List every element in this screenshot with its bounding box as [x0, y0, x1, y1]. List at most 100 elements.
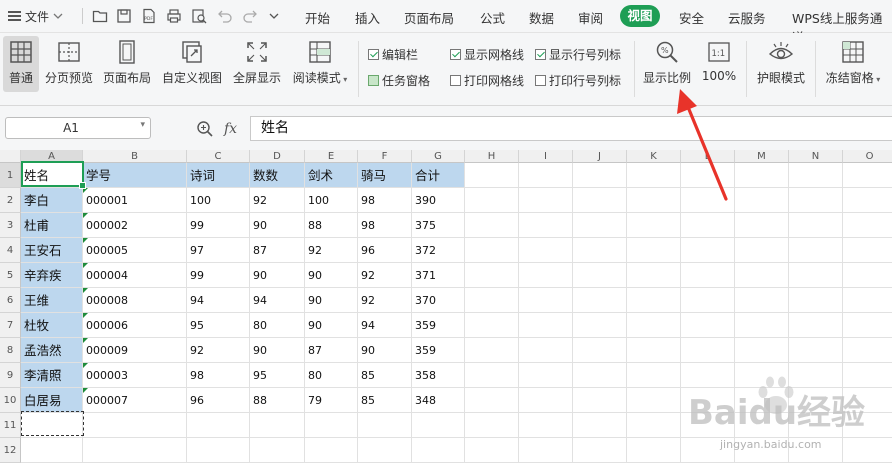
header-cell[interactable]: 骑马 — [358, 163, 412, 188]
empty-cell[interactable] — [465, 263, 519, 288]
empty-cell[interactable] — [843, 288, 892, 313]
empty-cell[interactable] — [573, 313, 627, 338]
empty-cell[interactable] — [519, 313, 573, 338]
data-cell[interactable]: 95 — [187, 313, 250, 338]
data-cell[interactable]: 98 — [358, 188, 412, 213]
empty-cell[interactable] — [681, 263, 735, 288]
empty-cell[interactable] — [465, 188, 519, 213]
empty-cell[interactable] — [305, 438, 358, 463]
empty-cell[interactable] — [789, 263, 843, 288]
row-header[interactable]: 4 — [0, 238, 21, 263]
empty-cell[interactable] — [735, 188, 789, 213]
column-header[interactable]: O — [843, 150, 892, 163]
tab-cloud[interactable]: 云服务 — [728, 8, 766, 27]
normal-view-button[interactable]: 普通 — [3, 36, 39, 92]
data-cell[interactable]: 390 — [412, 188, 465, 213]
eye-protection-button[interactable]: 护眼模式 — [754, 39, 808, 86]
data-cell[interactable]: 95 — [250, 363, 305, 388]
empty-cell[interactable] — [519, 438, 573, 463]
data-cell[interactable]: 98 — [187, 363, 250, 388]
empty-cell[interactable] — [465, 413, 519, 438]
empty-cell[interactable] — [465, 238, 519, 263]
empty-cell[interactable] — [843, 188, 892, 213]
tab-insert[interactable]: 插入 — [355, 8, 380, 27]
data-cell[interactable]: 80 — [250, 313, 305, 338]
data-cell[interactable]: 359 — [412, 313, 465, 338]
data-cell[interactable]: 100 — [187, 188, 250, 213]
empty-cell[interactable] — [519, 188, 573, 213]
show-headings-checkbox[interactable]: 显示行号列标 — [535, 46, 621, 63]
data-cell[interactable]: 90 — [250, 263, 305, 288]
empty-cell[interactable] — [627, 163, 681, 188]
data-cell[interactable]: 90 — [305, 313, 358, 338]
empty-cell[interactable] — [519, 213, 573, 238]
row-header[interactable]: 9 — [0, 363, 21, 388]
empty-cell[interactable] — [187, 438, 250, 463]
data-cell[interactable]: 372 — [412, 238, 465, 263]
data-cell[interactable]: 85 — [358, 388, 412, 413]
data-cell[interactable]: 孟浩然 — [21, 338, 83, 363]
empty-cell[interactable] — [187, 413, 250, 438]
empty-cell[interactable] — [789, 213, 843, 238]
empty-cell[interactable] — [843, 338, 892, 363]
data-cell[interactable]: 85 — [358, 363, 412, 388]
empty-cell[interactable] — [627, 438, 681, 463]
header-cell[interactable]: 合计 — [412, 163, 465, 188]
data-cell[interactable]: 80 — [305, 363, 358, 388]
print-preview-icon[interactable] — [191, 8, 207, 24]
data-cell[interactable]: 辛弃疾 — [21, 263, 83, 288]
dropdown-icon[interactable] — [268, 8, 280, 24]
empty-cell[interactable] — [358, 438, 412, 463]
custom-view-button[interactable]: 自定义视图 — [160, 39, 224, 86]
empty-cell[interactable] — [465, 438, 519, 463]
data-cell[interactable]: 348 — [412, 388, 465, 413]
empty-cell[interactable] — [789, 163, 843, 188]
print-gridlines-checkbox[interactable]: 打印网格线 — [450, 72, 524, 89]
empty-cell[interactable] — [465, 338, 519, 363]
page-layout-view-button[interactable]: 页面布局 — [101, 39, 153, 86]
empty-cell[interactable] — [465, 288, 519, 313]
data-cell[interactable]: 90 — [305, 263, 358, 288]
empty-cell[interactable] — [735, 338, 789, 363]
column-header[interactable]: L — [681, 150, 735, 163]
empty-cell[interactable] — [519, 263, 573, 288]
data-cell[interactable]: 79 — [305, 388, 358, 413]
empty-cell[interactable] — [573, 213, 627, 238]
data-cell[interactable]: 87 — [305, 338, 358, 363]
column-header[interactable]: B — [83, 150, 187, 163]
data-cell[interactable]: 88 — [305, 213, 358, 238]
empty-cell[interactable] — [789, 238, 843, 263]
empty-cell[interactable] — [735, 313, 789, 338]
undo-icon[interactable] — [217, 8, 233, 24]
data-cell[interactable]: 98 — [358, 213, 412, 238]
empty-cell[interactable] — [465, 313, 519, 338]
empty-cell[interactable] — [573, 238, 627, 263]
empty-cell[interactable] — [789, 313, 843, 338]
data-cell[interactable]: 90 — [250, 213, 305, 238]
empty-cell[interactable] — [83, 413, 187, 438]
data-cell[interactable]: 000003 — [83, 363, 187, 388]
empty-cell[interactable] — [412, 413, 465, 438]
data-cell[interactable]: 000009 — [83, 338, 187, 363]
empty-cell[interactable] — [519, 388, 573, 413]
data-cell[interactable]: 87 — [250, 238, 305, 263]
pdf-icon[interactable]: PDF — [141, 8, 157, 24]
empty-cell[interactable] — [250, 438, 305, 463]
data-cell[interactable]: 94 — [358, 313, 412, 338]
data-cell[interactable]: 000004 — [83, 263, 187, 288]
column-header[interactable]: J — [573, 150, 627, 163]
empty-cell[interactable] — [627, 263, 681, 288]
empty-cell[interactable] — [519, 288, 573, 313]
folder-icon[interactable] — [92, 8, 108, 24]
empty-cell[interactable] — [627, 188, 681, 213]
empty-cell[interactable] — [681, 338, 735, 363]
header-cell[interactable]: 剑术 — [305, 163, 358, 188]
data-cell[interactable]: 94 — [187, 288, 250, 313]
tab-data[interactable]: 数据 — [529, 8, 554, 27]
empty-cell[interactable] — [465, 388, 519, 413]
tab-formulas[interactable]: 公式 — [480, 8, 505, 27]
data-cell[interactable]: 000006 — [83, 313, 187, 338]
empty-cell[interactable] — [843, 263, 892, 288]
empty-cell[interactable] — [519, 363, 573, 388]
empty-cell[interactable] — [627, 413, 681, 438]
